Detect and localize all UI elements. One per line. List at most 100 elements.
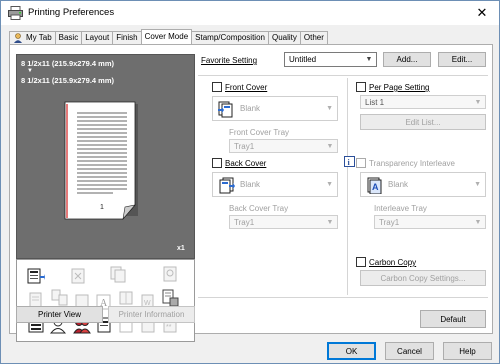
- ok-button[interactable]: OK: [327, 342, 376, 360]
- separator: [198, 297, 488, 298]
- duplex-icon: [110, 266, 126, 283]
- chevron-down-icon: ▼: [474, 181, 481, 188]
- transparency-interleave-label: Transparency Interleave: [369, 159, 455, 168]
- printer-view-button[interactable]: Printer View: [16, 306, 103, 323]
- interleave-tray-value: Tray1: [379, 217, 400, 227]
- front-cover-type-select[interactable]: Blank ▼: [212, 96, 338, 121]
- tab-other[interactable]: Other: [299, 31, 328, 44]
- separator: [347, 78, 348, 295]
- tab-cover-mode[interactable]: Cover Mode: [140, 29, 193, 44]
- carbon-copy-settings-button[interactable]: Carbon Copy Settings...: [360, 270, 486, 286]
- front-cover-label: Front Cover: [225, 83, 268, 92]
- button-label: Printer View: [38, 310, 81, 319]
- back-cover-label: Back Cover: [225, 159, 267, 168]
- close-icon: ✕: [476, 5, 488, 20]
- tab-stamp-composition[interactable]: Stamp/Composition: [191, 31, 269, 44]
- chevron-down-icon: ▼: [326, 181, 333, 188]
- close-button[interactable]: ✕: [465, 1, 499, 25]
- tab-label: Finish: [116, 33, 138, 42]
- carbon-copy-checkbox[interactable]: [356, 257, 366, 267]
- chevron-down-icon: ▼: [474, 219, 482, 226]
- favorite-add-button[interactable]: Add...: [383, 52, 431, 67]
- tab-label: Other: [303, 33, 324, 42]
- help-button[interactable]: Help: [443, 342, 492, 360]
- carbon-copy-label: Carbon Copy: [369, 258, 417, 267]
- separator: [198, 75, 488, 76]
- per-page-setting-checkbox[interactable]: [356, 82, 366, 92]
- front-cover-checkbox[interactable]: [212, 82, 222, 92]
- tab-label: My Tab: [26, 33, 52, 42]
- chevron-down-icon: ▼: [326, 105, 333, 112]
- tab-my-tab[interactable]: My Tab: [9, 31, 56, 44]
- svg-text:1: 1: [100, 204, 104, 211]
- front-cover-type-value: Blank: [240, 104, 261, 113]
- transparency-interleave-checkbox[interactable]: [356, 158, 366, 168]
- tab-finish[interactable]: Finish: [112, 31, 142, 44]
- button-label: Edit List...: [405, 117, 441, 127]
- interleave-tray-select[interactable]: Tray1 ▼: [374, 215, 486, 229]
- back-cover-type-select[interactable]: Blank ▼: [212, 172, 338, 197]
- print-preview: 8 1/2x11 (215.9x279.4 mm) ▼ 8 1/2x11 (21…: [16, 54, 195, 259]
- back-cover-tray-value: Tray1: [234, 217, 255, 227]
- per-page-list-value: List 1: [365, 97, 385, 107]
- tab-label: Layout: [85, 33, 110, 42]
- back-cover-tray-label: Back Cover Tray: [229, 204, 289, 213]
- default-button[interactable]: Default: [420, 310, 486, 328]
- printing-preferences-window: Printing Preferences ✕ My Tab Basic Layo…: [0, 0, 500, 364]
- button-label: Cancel: [397, 346, 422, 356]
- tab-label: Cover Mode: [144, 32, 189, 41]
- tab-quality[interactable]: Quality: [267, 31, 301, 44]
- back-cover-type-value: Blank: [240, 180, 261, 189]
- front-cover-tray-select[interactable]: Tray1 ▼: [229, 139, 338, 153]
- button-label: Edit...: [451, 55, 473, 64]
- button-label: Printer Information: [118, 310, 185, 319]
- tab-basic[interactable]: Basic: [54, 31, 83, 44]
- per-page-list-select[interactable]: List 1 ▼: [360, 95, 486, 109]
- back-cover-tray-select[interactable]: Tray1 ▼: [229, 215, 338, 229]
- preview-output-size: 8 1/2x11 (215.9x279.4 mm): [21, 76, 114, 85]
- cancel-button[interactable]: Cancel: [385, 342, 434, 360]
- front-cover-tray-label: Front Cover Tray: [229, 128, 290, 137]
- tab-layout[interactable]: Layout: [81, 31, 114, 44]
- page-preview-image: 1: [64, 101, 138, 221]
- tab-label: Basic: [58, 33, 79, 42]
- stamp-icon: [163, 266, 177, 282]
- svg-text:A: A: [372, 182, 379, 192]
- back-cover-checkbox[interactable]: [212, 158, 222, 168]
- tab-strip: My Tab Basic Layout Finish Cover Mode St…: [9, 29, 328, 44]
- favorite-setting-label: Favorite Setting: [201, 56, 258, 65]
- fold-icon: [119, 291, 133, 305]
- printer-information-button[interactable]: Printer Information: [108, 306, 195, 323]
- chevron-down-icon: ▼: [365, 56, 373, 63]
- transparency-type-select[interactable]: A Blank ▼: [360, 172, 486, 197]
- cover-mode-panel: 8 1/2x11 (215.9x279.4 mm) ▼ 8 1/2x11 (21…: [9, 44, 493, 342]
- per-page-setting-label: Per Page Setting: [369, 83, 430, 92]
- button-label: OK: [345, 346, 358, 356]
- front-cover-tray-value: Tray1: [234, 141, 255, 151]
- title-bar: Printing Preferences ✕: [1, 1, 499, 25]
- chevron-down-icon: ▼: [326, 219, 334, 226]
- user-icon: [14, 33, 22, 43]
- combine-icon: [51, 289, 68, 306]
- cover-mode-icon: [27, 268, 45, 284]
- transparency-icon: A: [367, 177, 382, 194]
- edit-list-button[interactable]: Edit List...: [360, 114, 486, 130]
- button-label: Add...: [396, 55, 418, 64]
- preview-paper-size: 8 1/2x11 (215.9x279.4 mm): [21, 59, 114, 68]
- interleave-tray-label: Interleave Tray: [374, 204, 427, 213]
- button-label: Default: [440, 314, 466, 324]
- function-icon-panel: A W **: [16, 259, 195, 342]
- copies-count: x1: [177, 245, 185, 252]
- info-icon: i: [344, 156, 355, 167]
- chevron-down-icon: ▼: [474, 99, 482, 106]
- svg-text:**: **: [166, 324, 172, 331]
- button-label: Carbon Copy Settings...: [380, 273, 466, 283]
- back-cover-icon: [219, 177, 235, 194]
- favorite-edit-button[interactable]: Edit...: [438, 52, 486, 67]
- window-title: Printing Preferences: [28, 7, 115, 18]
- transparency-type-value: Blank: [388, 180, 409, 189]
- favorite-setting-value: Untitled: [289, 55, 317, 64]
- chevron-down-icon: ▼: [326, 143, 334, 150]
- tab-label: Quality: [271, 33, 297, 42]
- favorite-setting-select[interactable]: Untitled ▼: [284, 52, 377, 67]
